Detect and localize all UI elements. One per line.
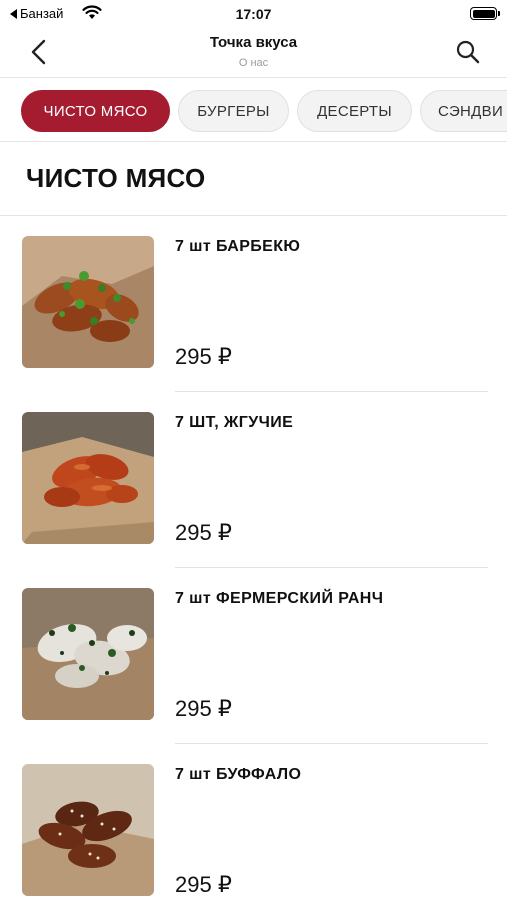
- food-photo: [22, 236, 154, 368]
- clock: 17:07: [235, 6, 272, 22]
- menu-item[interactable]: 7 шт БАРБЕКЮ 295 ₽: [0, 216, 507, 392]
- category-chip-desserts[interactable]: ДЕСЕРТЫ: [297, 90, 412, 132]
- item-name: 7 шт БАРБЕКЮ: [175, 238, 301, 255]
- category-tabs: ЧИСТО МЯСО БУРГЕРЫ ДЕСЕРТЫ СЭНДВИ: [0, 79, 507, 142]
- section-title: ЧИСТО МЯСО: [26, 163, 206, 193]
- nav-bar: Точка вкуса О нас: [0, 28, 507, 78]
- category-chip-sandwiches[interactable]: СЭНДВИ: [420, 90, 507, 132]
- category-chip-meat[interactable]: ЧИСТО МЯСО: [21, 90, 170, 132]
- item-name: 7 шт ФЕРМЕРСКИЙ РАНЧ: [175, 590, 384, 607]
- item-name: 7 шт БУФФАЛО: [175, 766, 302, 783]
- item-price: 295 ₽: [175, 696, 232, 721]
- food-photo: [22, 412, 154, 544]
- menu-item[interactable]: 7 ШТ, ЖГУЧИЕ 295 ₽: [0, 392, 507, 568]
- food-photo: [22, 764, 154, 896]
- food-photo: [22, 588, 154, 720]
- item-price: 295 ₽: [175, 872, 232, 897]
- page-title: Точка вкуса: [209, 34, 298, 51]
- item-price: 295 ₽: [175, 344, 232, 369]
- search-icon[interactable]: [455, 39, 481, 65]
- about-link[interactable]: О нас: [0, 57, 507, 69]
- menu-item[interactable]: 7 шт ФЕРМЕРСКИЙ РАНЧ 295 ₽: [0, 568, 507, 744]
- item-price: 295 ₽: [175, 520, 232, 545]
- category-chip-burgers[interactable]: БУРГЕРЫ: [178, 90, 289, 132]
- battery-icon: [470, 7, 500, 20]
- menu-item[interactable]: 7 шт БУФФАЛО 295 ₽: [0, 744, 507, 900]
- item-name: 7 ШТ, ЖГУЧИЕ: [175, 414, 294, 431]
- status-bar: Банзай 17:07: [0, 0, 507, 28]
